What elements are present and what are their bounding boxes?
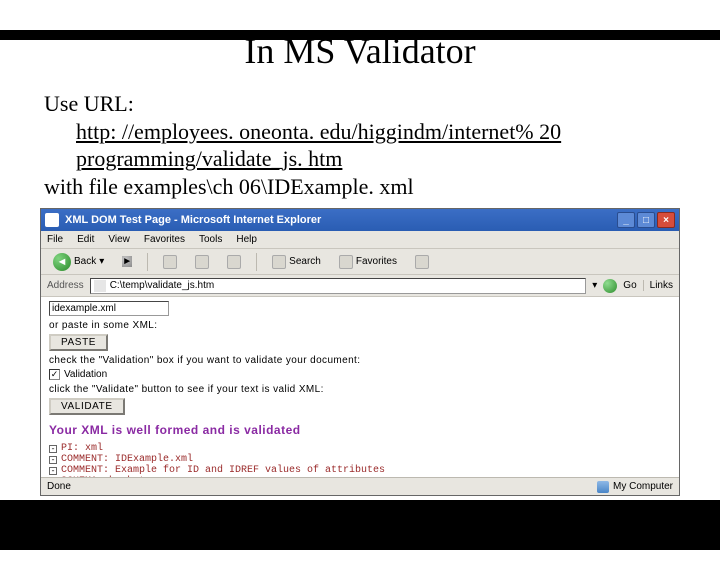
file-input[interactable] (49, 301, 169, 316)
menu-help[interactable]: Help (236, 234, 257, 245)
minimize-button[interactable]: _ (617, 212, 635, 228)
bottom-black-bar (0, 500, 720, 550)
go-icon (603, 279, 617, 293)
with-file-line: with file examples\ch 06\IDExample. xml (44, 173, 676, 201)
zone-label: My Computer (613, 481, 673, 492)
tree-bullet-icon: - (49, 445, 57, 453)
validate-button[interactable]: VALIDATE (49, 398, 125, 415)
refresh-icon (195, 255, 209, 269)
ie-icon (45, 213, 59, 227)
back-arrow-icon: ◄ (53, 253, 71, 271)
forward-arrow-icon: ► (122, 256, 132, 267)
use-url-label: Use URL: (44, 90, 676, 118)
search-button[interactable]: Search (266, 252, 327, 272)
address-label: Address (47, 280, 84, 291)
result-message: Your XML is well formed and is validated (49, 423, 671, 437)
back-button[interactable]: ◄ Back ▾ (47, 250, 110, 274)
address-dropdown-icon[interactable]: ▾ (592, 280, 597, 291)
favorites-button[interactable]: Favorites (333, 252, 403, 272)
slide-root: In MS Validator Use URL: http: //employe… (0, 30, 720, 570)
validation-label: Validation (64, 369, 107, 380)
links-label[interactable]: Links (643, 280, 673, 291)
click-msg: click the "Validate" button to see if yo… (49, 384, 671, 395)
validation-checkbox-row: ✓ Validation (49, 369, 671, 380)
star-icon (339, 255, 353, 269)
validation-checkbox[interactable]: ✓ (49, 369, 60, 380)
close-button[interactable]: × (657, 212, 675, 228)
home-icon (227, 255, 241, 269)
favorites-label: Favorites (356, 256, 397, 267)
menu-tools[interactable]: Tools (199, 234, 222, 245)
menu-view[interactable]: View (108, 234, 130, 245)
tree-line: -PI: xml (49, 443, 671, 454)
tree-bullet-icon: - (49, 467, 57, 475)
page-icon (94, 280, 106, 292)
browser-window: XML DOM Test Page - Microsoft Internet E… (40, 208, 680, 496)
menubar: File Edit View Favorites Tools Help (41, 231, 679, 249)
window-titlebar: XML DOM Test Page - Microsoft Internet E… (41, 209, 679, 231)
computer-icon (597, 481, 609, 493)
tree-line: -COMMENT: Example for ID and IDREF value… (49, 465, 671, 476)
menu-favorites[interactable]: Favorites (144, 234, 185, 245)
maximize-button[interactable]: □ (637, 212, 655, 228)
forward-button[interactable]: ► (116, 253, 138, 270)
media-button[interactable] (409, 252, 435, 272)
tree-text: PI: xml (61, 443, 103, 454)
url-text: http: //employees. oneonta. edu/higgindm… (76, 119, 561, 172)
tree-line: -COMMENT: IDExample.xml (49, 454, 671, 465)
back-label: Back (74, 256, 96, 267)
address-value: C:\temp\validate_js.htm (110, 280, 215, 291)
menu-edit[interactable]: Edit (77, 234, 94, 245)
refresh-button[interactable] (189, 252, 215, 272)
status-done: Done (47, 481, 71, 492)
home-button[interactable] (221, 252, 247, 272)
tree-text: COMMENT: Example for ID and IDREF values… (61, 465, 385, 476)
check-msg: check the "Validation" box if you want t… (49, 355, 671, 366)
menu-file[interactable]: File (47, 234, 63, 245)
url-line: http: //employees. oneonta. edu/higgindm… (44, 118, 676, 173)
status-bar: Done My Computer (41, 477, 679, 495)
page-content: or paste in some XML: PASTE check the "V… (41, 297, 679, 496)
stop-button[interactable] (157, 252, 183, 272)
chevron-down-icon: ▾ (99, 256, 104, 267)
security-zone: My Computer (597, 481, 673, 493)
paste-msg: or paste in some XML: (49, 320, 671, 331)
tree-bullet-icon: - (49, 456, 57, 464)
search-icon (272, 255, 286, 269)
tree-text: COMMENT: IDExample.xml (61, 454, 193, 465)
media-icon (415, 255, 429, 269)
paste-button[interactable]: PASTE (49, 334, 108, 351)
stop-icon (163, 255, 177, 269)
slide-body: Use URL: http: //employees. oneonta. edu… (44, 90, 676, 200)
toolbar: ◄ Back ▾ ► Search Favorites (41, 249, 679, 275)
window-title: XML DOM Test Page - Microsoft Internet E… (65, 214, 321, 226)
search-label: Search (289, 256, 321, 267)
address-field[interactable]: C:\temp\validate_js.htm (90, 278, 587, 294)
go-label[interactable]: Go (623, 280, 636, 291)
address-bar: Address C:\temp\validate_js.htm ▾ Go Lin… (41, 275, 679, 297)
top-black-bar (0, 30, 720, 40)
